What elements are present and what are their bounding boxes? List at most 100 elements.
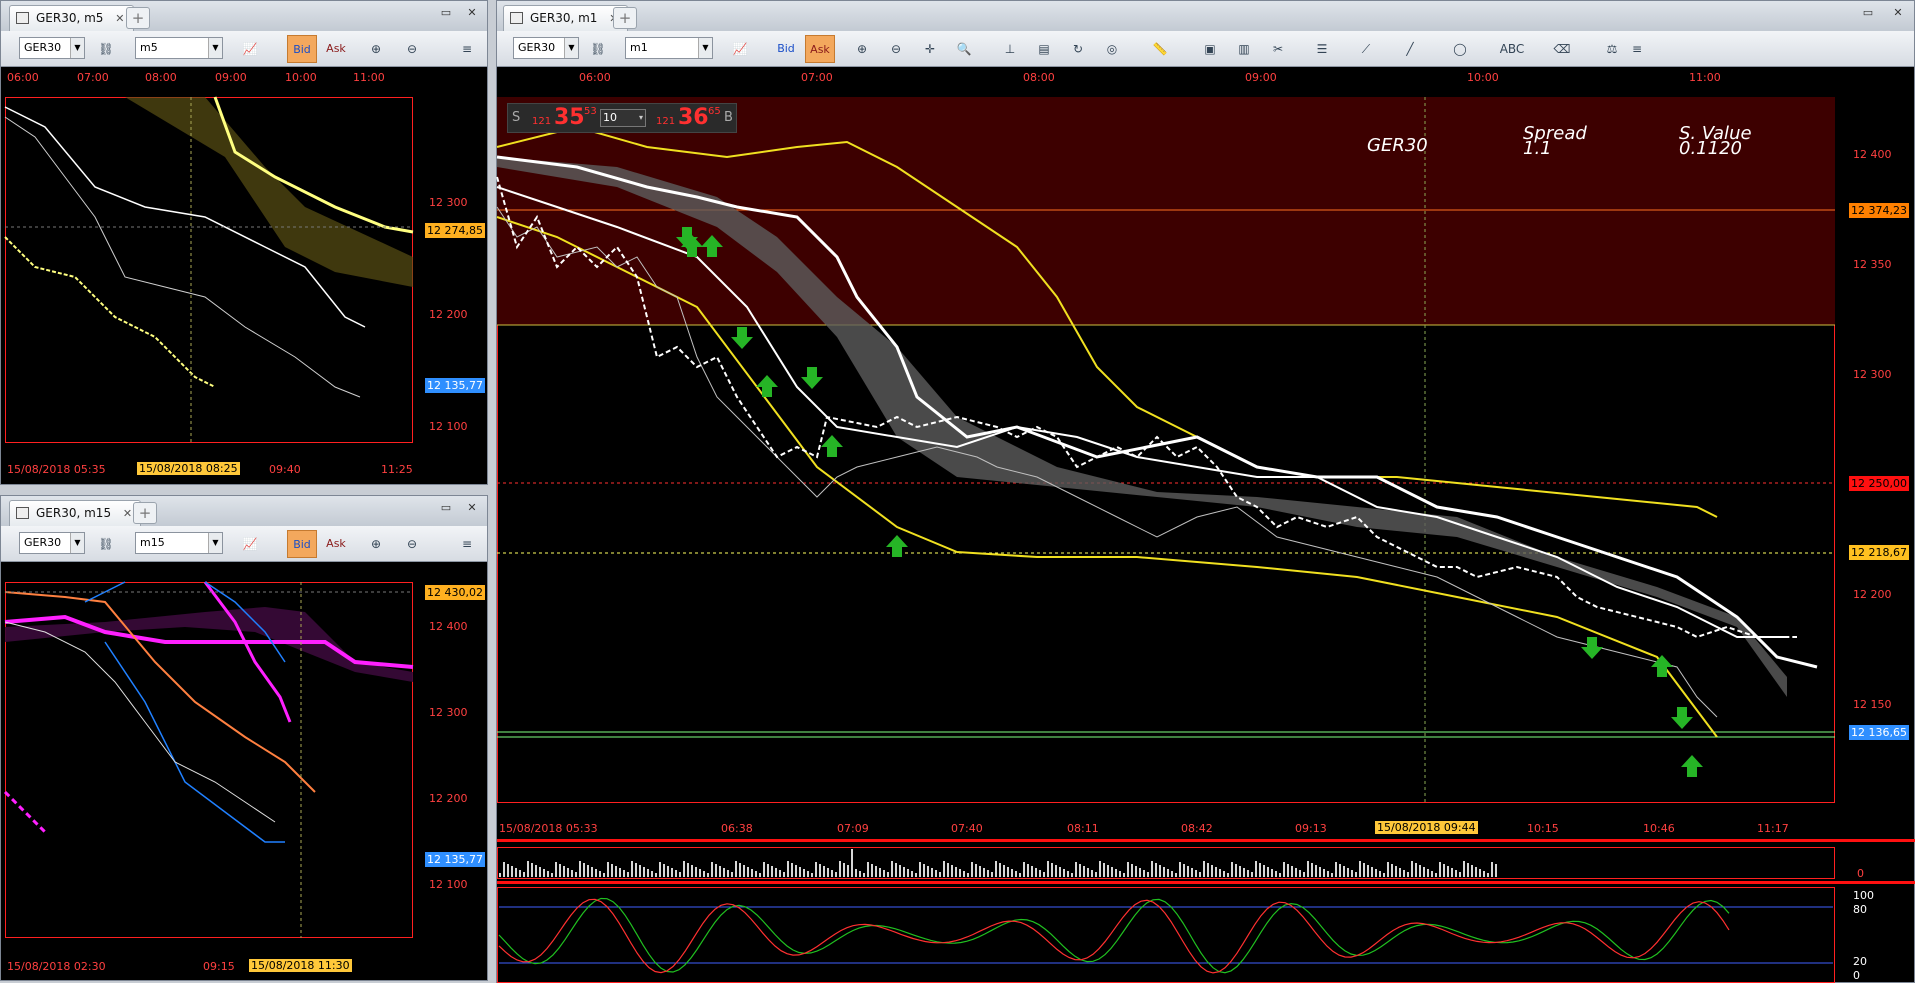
zoom-in-icon[interactable]: ⊕: [363, 532, 389, 556]
ruler-icon[interactable]: 📏: [1147, 37, 1173, 61]
link-icon[interactable]: ⛓: [93, 37, 119, 61]
volume-bar: [1259, 863, 1261, 877]
lines-icon[interactable]: ☰: [1309, 37, 1335, 61]
sell-label[interactable]: S: [512, 110, 520, 125]
panel-divider[interactable]: [497, 881, 1915, 884]
indicator-icon[interactable]: ⊥: [997, 37, 1023, 61]
crosshair-icon[interactable]: ✛: [917, 37, 943, 61]
ask-button[interactable]: Ask: [805, 35, 835, 63]
menu-icon[interactable]: ≡: [1629, 37, 1645, 61]
volume-bar: [563, 866, 565, 877]
zoom-in-icon[interactable]: ⊕: [363, 37, 389, 61]
chevron-down-icon: ▼: [208, 533, 222, 553]
buy-price-small[interactable]: 65: [708, 106, 721, 117]
sell-prefix[interactable]: 121: [532, 116, 551, 127]
buy-price-big[interactable]: 36: [678, 105, 709, 130]
menu-icon[interactable]: ≡: [459, 37, 475, 61]
link-icon[interactable]: ⛓: [585, 37, 611, 61]
close-tab-icon[interactable]: ✕: [115, 12, 124, 25]
menu-icon[interactable]: ≡: [459, 532, 475, 556]
volume-bar: [583, 863, 585, 877]
volume-bar: [1415, 863, 1417, 877]
volume-bar: [1163, 867, 1165, 877]
close-tab-icon[interactable]: ✕: [123, 507, 132, 520]
ask-button[interactable]: Ask: [321, 35, 351, 63]
lot-size-input[interactable]: 10 ▾: [600, 109, 646, 127]
volume-bar: [511, 866, 513, 877]
objects-icon[interactable]: ⚖: [1599, 37, 1625, 61]
fan-icon[interactable]: ⟋: [1353, 37, 1379, 61]
timeframe-select[interactable]: m5 ▼: [135, 37, 223, 59]
symbol-select[interactable]: GER30 ▼: [19, 37, 85, 59]
trendline-icon[interactable]: ╱: [1397, 37, 1423, 61]
tools-icon[interactable]: ✂: [1265, 37, 1291, 61]
volume-bar: [1343, 866, 1345, 877]
chart-tab-icon: [510, 12, 523, 24]
price-label: 12 200: [1853, 588, 1892, 601]
symbol-select[interactable]: GER30 ▼: [19, 532, 85, 554]
maximize-icon[interactable]: ▭: [437, 500, 455, 516]
text-icon[interactable]: ABC: [1499, 37, 1525, 61]
chart-type-icon[interactable]: 📈: [237, 532, 263, 556]
tab-ger30-m1[interactable]: GER30, m1 ✕: [503, 5, 628, 31]
add-tab-button[interactable]: +: [133, 502, 157, 524]
tab-ger30-m15[interactable]: GER30, m15 ✕: [9, 500, 142, 526]
bid-button[interactable]: Bid: [287, 530, 317, 558]
screenshot-icon[interactable]: ▥: [1231, 37, 1257, 61]
symbol-select[interactable]: GER30 ▼: [513, 37, 579, 59]
timeframe-select[interactable]: m1 ▼: [625, 37, 713, 59]
eraser-icon[interactable]: ⌫: [1549, 37, 1575, 61]
tab-ger30-m5[interactable]: GER30, m5 ✕: [9, 5, 134, 31]
buy-label[interactable]: B: [724, 110, 733, 125]
bid-button[interactable]: Bid: [771, 35, 801, 63]
shape-icon[interactable]: ◯: [1447, 37, 1473, 61]
volume-bar: [1271, 869, 1273, 877]
add-tab-button[interactable]: +: [126, 7, 150, 29]
chart-type-icon[interactable]: 📈: [237, 37, 263, 61]
titlebar: GER30, m1 ✕ + ▭ ✕: [497, 1, 1914, 31]
volume-bar: [1007, 867, 1009, 877]
chart-type-icon[interactable]: 📈: [727, 37, 753, 61]
oscillator-line: [498, 898, 1730, 974]
volume-bar: [923, 864, 925, 877]
globe-icon[interactable]: ◎: [1099, 37, 1125, 61]
add-tab-button[interactable]: +: [613, 7, 637, 29]
zoom-out-icon[interactable]: ⊖: [399, 532, 425, 556]
buy-prefix[interactable]: 121: [656, 116, 675, 127]
volume-bar: [1431, 871, 1433, 877]
volume-bar: [663, 864, 665, 877]
price-line: [4, 621, 276, 823]
magnifier-icon[interactable]: 🔍: [951, 37, 977, 61]
zoom-out-icon[interactable]: ⊖: [883, 37, 909, 61]
image-icon[interactable]: ▣: [1197, 37, 1223, 61]
ask-button[interactable]: Ask: [321, 530, 351, 558]
quote-panel: S 121 35 53 10 ▾ 121 36 65 B: [507, 103, 737, 133]
sell-price-big[interactable]: 35: [554, 105, 585, 130]
link-icon[interactable]: ⛓: [93, 532, 119, 556]
volume-bar: [767, 864, 769, 877]
volume-bar: [1483, 871, 1485, 877]
timeframe-select[interactable]: m15 ▼: [135, 532, 223, 554]
close-icon[interactable]: ✕: [463, 5, 481, 21]
date-label: 11:17: [1757, 822, 1789, 835]
volume-bar: [1335, 862, 1337, 877]
zoom-out-icon[interactable]: ⊖: [399, 37, 425, 61]
template-icon[interactable]: ▤: [1031, 37, 1057, 61]
refresh-icon[interactable]: ↻: [1065, 37, 1091, 61]
maximize-icon[interactable]: ▭: [437, 5, 455, 21]
panel-divider[interactable]: [497, 839, 1915, 842]
volume-bar: [1355, 872, 1357, 877]
volume-bar: [1471, 865, 1473, 877]
bid-button[interactable]: Bid: [287, 35, 317, 63]
zoom-in-icon[interactable]: ⊕: [849, 37, 875, 61]
close-icon[interactable]: ✕: [463, 500, 481, 516]
close-icon[interactable]: ✕: [1889, 5, 1907, 21]
volume-bar: [999, 863, 1001, 877]
volume-bar: [695, 867, 697, 877]
volume-bar: [531, 863, 533, 877]
chevron-down-icon: ▼: [564, 38, 578, 58]
sell-price-small[interactable]: 53: [584, 106, 597, 117]
volume-bar: [911, 871, 913, 877]
maximize-icon[interactable]: ▭: [1859, 5, 1877, 21]
volume-bars: [499, 849, 1497, 877]
